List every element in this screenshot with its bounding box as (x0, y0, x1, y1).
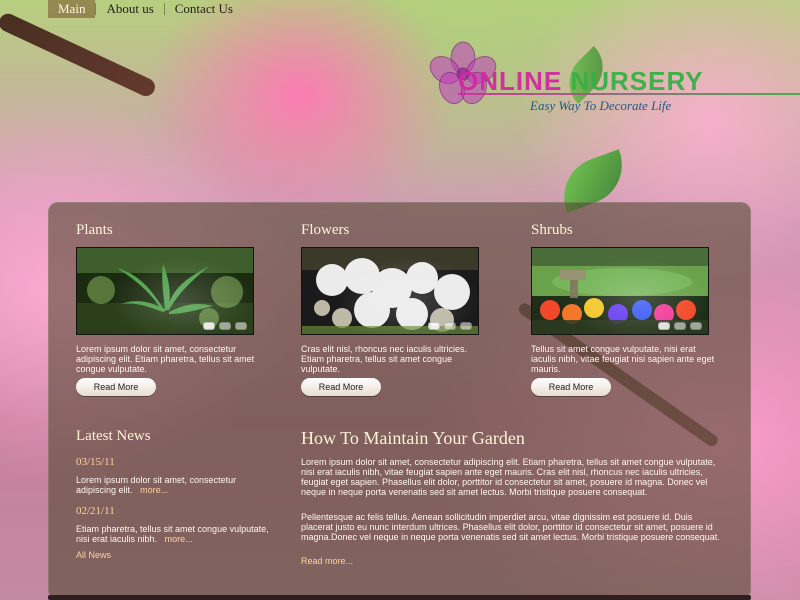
article-read-more-wrap: Read more... (301, 556, 353, 566)
shrubs-title: Shrubs (531, 222, 573, 238)
plants-title: Plants (76, 222, 113, 238)
pager-dot[interactable] (428, 322, 440, 330)
flowers-image (301, 247, 479, 335)
top-nav: Main About us Contact Us (48, 0, 243, 18)
logo-underline (458, 93, 800, 95)
nav-about-us[interactable]: About us (96, 0, 163, 18)
news-more-link[interactable]: more... (165, 534, 193, 544)
footer-bar (48, 595, 751, 600)
all-news-wrap: All News (76, 550, 111, 560)
plants-text: Lorem ipsum dolor sit amet, consectetur … (76, 344, 255, 374)
flowers-image-pager (428, 322, 472, 330)
flowers-read-more-button[interactable]: Read More (301, 378, 381, 396)
pager-dot[interactable] (658, 322, 670, 330)
shrubs-image (531, 247, 709, 335)
article-title: How To Maintain Your Garden (301, 428, 525, 448)
nav-contact-us-label: Contact Us (174, 1, 233, 16)
flowers-text: Cras elit nisl, rhoncus nec iaculis ultr… (301, 344, 468, 374)
nav-about-us-label: About us (106, 1, 154, 16)
nav-contact-us[interactable]: Contact Us (165, 0, 243, 18)
article-paragraph-1: Lorem ipsum dolor sit amet, consectetur … (301, 457, 716, 497)
all-news-link[interactable]: All News (76, 550, 111, 560)
logo-word-nursery: NURSERY (570, 66, 704, 96)
pager-dot[interactable] (674, 322, 686, 330)
news-item: Lorem ipsum dolor sit amet, consectetur … (76, 475, 276, 495)
logo-word-online: ONLINE (458, 66, 563, 96)
article-paragraph-2: Pellentesque ac felis tellus. Aenean sol… (301, 512, 720, 542)
shrubs-text: Tellus sit amet congue vulputate, nisi e… (531, 344, 715, 374)
pager-dot[interactable] (219, 322, 231, 330)
nav-main[interactable]: Main (48, 0, 96, 18)
flowers-title: Flowers (301, 222, 350, 238)
logo-tagline: Easy Way To Decorate Life (530, 98, 672, 113)
shrubs-image-pager (658, 322, 702, 330)
site-logo[interactable]: ONLINE NURSERY Easy Way To Decorate Life (418, 40, 800, 120)
pager-dot[interactable] (460, 322, 472, 330)
latest-news-title: Latest News (76, 428, 151, 444)
pager-dot[interactable] (203, 322, 215, 330)
news-date: 02/21/11 (76, 505, 115, 517)
pager-dot[interactable] (235, 322, 247, 330)
news-item: Etiam pharetra, tellus sit amet congue v… (76, 524, 276, 544)
pager-dot[interactable] (690, 322, 702, 330)
plants-image-pager (203, 322, 247, 330)
content-panel: Plants Lorem ipsum dolor sit amet, conse… (48, 202, 751, 600)
pager-dot[interactable] (444, 322, 456, 330)
nav-main-label: Main (58, 1, 86, 16)
plants-image (76, 247, 254, 335)
shrubs-read-more-button[interactable]: Read More (531, 378, 611, 396)
article-read-more-link[interactable]: Read more... (301, 556, 353, 566)
news-more-link[interactable]: more... (140, 485, 168, 495)
plants-read-more-button[interactable]: Read More (76, 378, 156, 396)
news-date: 03/15/11 (76, 456, 115, 468)
